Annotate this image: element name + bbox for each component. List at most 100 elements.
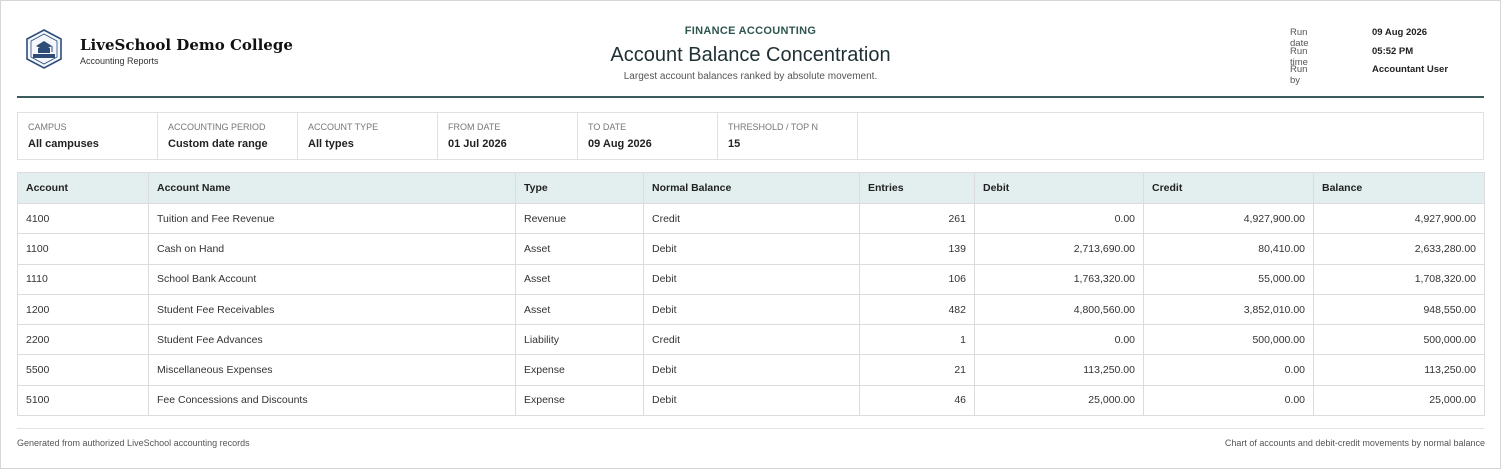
table-cell: 948,550.00: [1313, 293, 1485, 326]
filter-to-date: TO DATE 09 Aug 2026: [578, 113, 718, 159]
column-header: Balance: [1313, 172, 1485, 204]
table-header-row: Account Account Name Type Normal Balance…: [17, 172, 1485, 204]
table-body: 4100 Tuition and Fee Revenue Revenue Credit…: [17, 202, 1485, 417]
filter-campus: CAMPUS All campuses: [18, 113, 158, 159]
filter-label: FROM DATE: [448, 122, 501, 132]
table-row: 1110 School Bank Account Asset Debit 106 1,76…: [17, 263, 1485, 295]
table-cell: 80,410.00: [1143, 233, 1314, 265]
table-cell: 3,852,010.00: [1143, 293, 1314, 326]
table-cell: Student Fee Advances: [148, 324, 516, 356]
table-cell: 4,800,560.00: [974, 293, 1144, 326]
column-header: Debit: [974, 172, 1144, 204]
table-cell: Debit: [643, 384, 860, 417]
table-cell: 46: [859, 384, 975, 417]
table-cell: 0.00: [974, 202, 1144, 235]
table-row: 4100 Tuition and Fee Revenue Revenue Credit…: [17, 202, 1485, 235]
table-cell: 106: [859, 263, 975, 295]
meta-value: 05:52 PM: [1372, 45, 1414, 57]
table-cell: 261: [859, 202, 975, 235]
column-header: Credit: [1143, 172, 1314, 204]
column-header: Normal Balance: [643, 172, 860, 204]
table-cell: Credit: [643, 202, 860, 235]
table-cell: 0.00: [974, 324, 1144, 356]
table-row: 2200 Student Fee Advances Liability Credit 1…: [17, 324, 1485, 356]
table-cell: Debit: [643, 263, 860, 295]
filter-label: ACCOUNT TYPE: [308, 122, 379, 132]
table-cell: 1: [859, 324, 975, 356]
table-cell: Debit: [643, 354, 860, 386]
table-cell: 0.00: [1143, 384, 1314, 417]
column-header: Account Name: [148, 172, 516, 204]
filter-threshold: THRESHOLD / TOP N 15: [718, 113, 858, 159]
footer-note-left: Generated from authorized LiveSchool acc…: [17, 438, 250, 448]
meta-value: 09 Aug 2026: [1372, 27, 1428, 38]
filter-accounting-period: ACCOUNTING PERIOD Custom date range: [158, 113, 298, 159]
table-cell: Credit: [643, 324, 860, 356]
page-title: Account Balance Concentration: [610, 44, 891, 66]
report-header: LiveSchool Demo College Accounting Repor…: [17, 0, 1484, 98]
filter-value: 15: [728, 138, 741, 150]
page-subtitle: Largest account balances ranked by absol…: [623, 71, 878, 82]
filter-summary: CAMPUS All campuses ACCOUNTING PERIOD Cu…: [17, 112, 1484, 160]
column-header: Type: [515, 172, 644, 204]
meta-value: Accountant User: [1372, 64, 1449, 75]
table-cell: 25,000.00: [974, 384, 1144, 417]
table-row: 1200 Student Fee Receivables Asset Debit 482…: [17, 293, 1485, 326]
table-cell: 113,250.00: [974, 354, 1144, 386]
table-cell: Revenue: [515, 202, 644, 235]
table-cell: 0.00: [1143, 354, 1314, 386]
footer-divider: [17, 428, 1484, 429]
table-cell: 2,633,280.00: [1313, 233, 1485, 265]
table-cell: School Bank Account: [148, 263, 516, 295]
table-cell: Expense: [515, 384, 644, 417]
filter-value: 09 Aug 2026: [588, 138, 652, 150]
filter-label: TO DATE: [588, 122, 627, 132]
table-cell: 5100: [17, 384, 149, 417]
table-cell: Fee Concessions and Discounts: [148, 384, 516, 417]
table-cell: 1100: [17, 233, 149, 265]
filter-label: ACCOUNTING PERIOD: [168, 122, 266, 132]
filter-from-date: FROM DATE 01 Jul 2026: [438, 113, 578, 159]
table-cell: 1110: [17, 263, 149, 295]
report-kicker: FINANCE ACCOUNTING: [684, 25, 817, 37]
table-row: 5500 Miscellaneous Expenses Expense Debit 21…: [17, 354, 1485, 386]
table-cell: 500,000.00: [1313, 324, 1485, 356]
table-cell: Asset: [515, 233, 644, 265]
table-cell: 113,250.00: [1313, 354, 1485, 386]
table-cell: 482: [859, 293, 975, 326]
table-cell: Student Fee Receivables: [148, 293, 516, 326]
table-cell: 1,708,320.00: [1313, 263, 1485, 295]
table-cell: 4100: [17, 202, 149, 235]
table-cell: Miscellaneous Expenses: [148, 354, 516, 386]
filter-label: CAMPUS: [28, 122, 67, 132]
table-cell: 21: [859, 354, 975, 386]
table-cell: 1200: [17, 293, 149, 326]
table-cell: 139: [859, 233, 975, 265]
table-cell: Debit: [643, 233, 860, 265]
table-cell: Asset: [515, 263, 644, 295]
table-cell: 1,763,320.00: [974, 263, 1144, 295]
table-cell: 55,000.00: [1143, 263, 1314, 295]
table-cell: Debit: [643, 293, 860, 326]
filter-value: Custom date range: [168, 138, 268, 150]
balance-table: Account Account Name Type Normal Balance…: [17, 172, 1485, 417]
table-cell: 500,000.00: [1143, 324, 1314, 356]
filter-value: All campuses: [28, 138, 99, 150]
table-cell: 25,000.00: [1313, 384, 1485, 417]
footer-note-right: Chart of accounts and debit-credit movem…: [1224, 438, 1485, 448]
table-row: 1100 Cash on Hand Asset Debit 139 2,713,690.0…: [17, 233, 1485, 265]
column-header: Entries: [859, 172, 975, 204]
table-cell: 2,713,690.00: [974, 233, 1144, 265]
table-cell: Expense: [515, 354, 644, 386]
filter-label: THRESHOLD / TOP N: [728, 122, 819, 132]
meta-label: Run by: [1290, 64, 1308, 86]
table-cell: 2200: [17, 324, 149, 356]
table-cell: 5500: [17, 354, 149, 386]
table-cell: 4,927,900.00: [1313, 202, 1485, 235]
filter-value: 01 Jul 2026: [448, 138, 507, 150]
filter-account-type: ACCOUNT TYPE All types: [298, 113, 438, 159]
table-cell: 4,927,900.00: [1143, 202, 1314, 235]
table-cell: Tuition and Fee Revenue: [148, 202, 516, 235]
table-cell: Liability: [515, 324, 644, 356]
filter-value: All types: [308, 138, 354, 150]
